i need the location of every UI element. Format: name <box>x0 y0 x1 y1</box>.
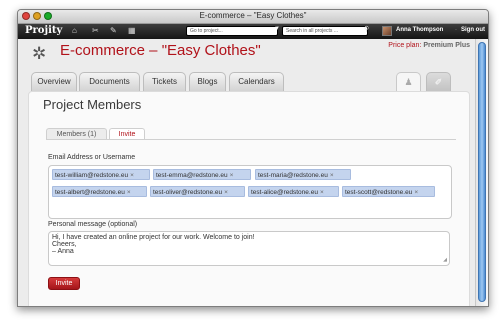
email-recipients-input[interactable]: test-william@redstone.eu × test-emma@reds… <box>48 165 452 219</box>
calendar-icon[interactable]: ▦ <box>128 26 136 35</box>
page-content: ✲ E-commerce – "Easy Clothes" Price plan… <box>18 39 476 306</box>
email-chip[interactable]: test-oliver@redstone.eu × <box>150 186 245 197</box>
user-name-link[interactable]: Anna Thompson <box>396 27 443 33</box>
message-label: Personal message (optional) <box>48 221 138 228</box>
price-plan-label: Price plan: <box>388 42 422 49</box>
personal-message-textarea[interactable]: Hi, I have created an online project for… <box>48 231 450 266</box>
email-chip[interactable]: test-alice@redstone.eu × <box>248 186 339 197</box>
tab-tickets[interactable]: Tickets <box>143 72 186 91</box>
settings-wrench-icon[interactable]: ✐ <box>426 72 451 91</box>
tab-overview[interactable]: Overview <box>31 72 77 91</box>
email-chip[interactable]: test-william@redstone.eu × <box>52 169 150 180</box>
window-title: E-commerce – "Easy Clothes" <box>199 11 307 20</box>
team-icon[interactable]: ♟ <box>396 72 421 91</box>
project-title: E-commerce – "Easy Clothes" <box>60 42 261 59</box>
browser-window: E-commerce – "Easy Clothes" Projity ⌂ ✂ … <box>17 9 489 307</box>
window-titlebar: E-commerce – "Easy Clothes" <box>18 10 488 24</box>
remove-chip-icon[interactable]: × <box>330 172 334 179</box>
email-chip-label: test-albert@redstone.eu <box>55 189 125 196</box>
search-icon[interactable]: ⚲ <box>364 25 369 33</box>
price-plan-value[interactable]: Premium Plus <box>423 42 470 49</box>
project-logo-icon: ✲ <box>32 44 47 63</box>
app-logo[interactable]: Projity <box>25 25 62 36</box>
message-line: Hi, I have created an online project for… <box>52 234 255 241</box>
price-plan: Price plan: Premium Plus <box>388 42 470 49</box>
remove-chip-icon[interactable]: × <box>130 172 134 179</box>
resize-handle-icon[interactable]: ◢ <box>443 257 447 264</box>
email-chip[interactable]: test-albert@redstone.eu × <box>52 186 147 197</box>
page-title: Project Members <box>43 97 142 112</box>
remove-chip-icon[interactable]: × <box>414 189 418 196</box>
chevron-down-icon[interactable]: ▼ <box>274 26 280 32</box>
email-chip-label: test-emma@redstone.eu <box>156 172 228 179</box>
email-chip-label: test-alice@redstone.eu <box>251 189 318 196</box>
app-toolbar: Projity ⌂ ✂ ✎ ▦ Go to project... ▼ Searc… <box>18 24 488 39</box>
vertical-scrollbar[interactable] <box>475 39 488 306</box>
email-label: Email Address or Username <box>48 154 136 161</box>
tab-calendars[interactable]: Calendars <box>229 72 284 91</box>
email-chip-label: test-william@redstone.eu <box>55 172 129 179</box>
document-edit-icon[interactable]: ✎ <box>110 26 117 35</box>
tools-icon[interactable]: ✂ <box>92 26 99 35</box>
home-icon[interactable]: ⌂ <box>72 26 77 35</box>
message-line: – Anna <box>52 248 74 255</box>
email-chip[interactable]: test-scott@redstone.eu × <box>342 186 435 197</box>
avatar[interactable] <box>382 26 392 36</box>
remove-chip-icon[interactable]: × <box>320 189 324 196</box>
tab-documents[interactable]: Documents <box>79 72 140 91</box>
message-line: Cheers, <box>52 241 77 248</box>
remove-chip-icon[interactable]: × <box>230 172 234 179</box>
sign-out-link[interactable]: Sign out <box>461 27 485 33</box>
remove-chip-icon[interactable]: × <box>224 189 228 196</box>
remove-chip-icon[interactable]: × <box>127 189 131 196</box>
email-chip-label: test-scott@redstone.eu <box>345 189 413 196</box>
separator: · <box>455 27 457 33</box>
tab-blogs[interactable]: Blogs <box>189 72 226 91</box>
email-chip-label: test-maria@redstone.eu <box>258 172 328 179</box>
search-input[interactable]: Search in all projects ... <box>282 26 368 36</box>
email-chip-label: test-oliver@redstone.eu <box>153 189 223 196</box>
email-chip[interactable]: test-maria@redstone.eu × <box>255 169 351 180</box>
email-chip[interactable]: test-emma@redstone.eu × <box>153 169 251 180</box>
go-to-project-input[interactable]: Go to project... <box>186 26 278 36</box>
scrollbar-thumb[interactable] <box>478 42 486 302</box>
project-members-panel: Project Members Members (1) Invite Email… <box>28 91 470 306</box>
divider <box>46 139 456 140</box>
invite-button[interactable]: Invite <box>48 277 80 290</box>
